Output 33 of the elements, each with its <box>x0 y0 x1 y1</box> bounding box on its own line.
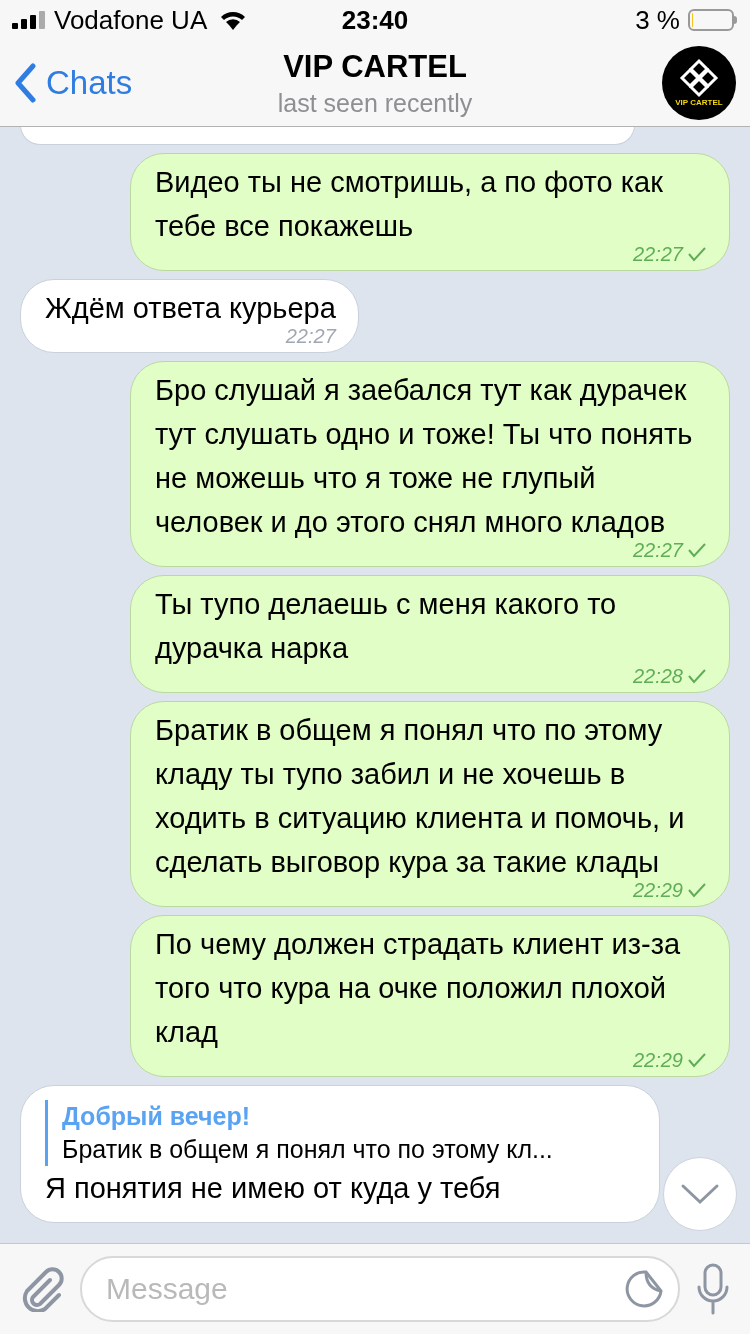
message-input[interactable]: Message <box>80 1256 680 1322</box>
message-text: Бро слушай я заебался тут как дурачек тут слушать одно и тоже! Ты что понять не можешь что я тоже не глупый человек и до этого снял много кладов <box>155 373 694 540</box>
message-time: 22:27 <box>285 324 336 348</box>
chat-title: VIP CARTEL <box>283 48 467 86</box>
message-text: Ждём ответа курьера <box>45 291 336 326</box>
signal-icon <box>12 11 46 29</box>
message-text: По чему должен страдать клиент из-за того что кура на очке положил плохой клад <box>155 927 682 1050</box>
chevron-left-icon <box>14 63 36 103</box>
paperclip-icon[interactable] <box>20 1266 64 1312</box>
message-text: Я понятия не имею от куда у тебя <box>45 1171 502 1206</box>
message-time: 22:28 <box>632 664 683 688</box>
back-button[interactable]: Chats <box>14 58 133 108</box>
reply-author: Добрый вечер! <box>62 1101 252 1132</box>
avatar[interactable]: VIP CARTEL <box>662 46 736 120</box>
message-time: 22:29 <box>632 878 683 902</box>
wifi-icon <box>219 10 248 30</box>
message-text: Братик в общем я понял что по этому кладу ты тупо забил и не хочешь в ходить в ситуацию клиента и помочь, и сделать выговор кура за такие клады <box>155 713 686 880</box>
sticker-icon[interactable] <box>624 1269 664 1309</box>
diamond-logo-icon <box>679 58 719 98</box>
chevron-down-icon <box>680 1183 720 1205</box>
clock: 23:40 <box>341 3 409 37</box>
microphone-icon[interactable] <box>696 1263 730 1315</box>
message-time: 22:27 <box>632 242 683 266</box>
reply-preview: Братик в общем я понял что по этому кл... <box>62 1134 554 1165</box>
message-text: Видео ты не смотришь, а по фото как тебе все покажешь <box>155 165 664 244</box>
battery-percent: 3 % <box>635 3 680 37</box>
chat-status: last seen recently <box>277 88 473 119</box>
message-time: 22:29 <box>632 1048 683 1072</box>
battery-icon <box>688 9 738 31</box>
avatar-label: VIP CARTEL <box>675 98 723 108</box>
message-time: 22:27 <box>632 538 683 562</box>
carrier-name: Vodafone UA <box>54 3 208 37</box>
message-text: Ты тупо делаешь с меня какого то дурачка нарка <box>155 587 618 666</box>
